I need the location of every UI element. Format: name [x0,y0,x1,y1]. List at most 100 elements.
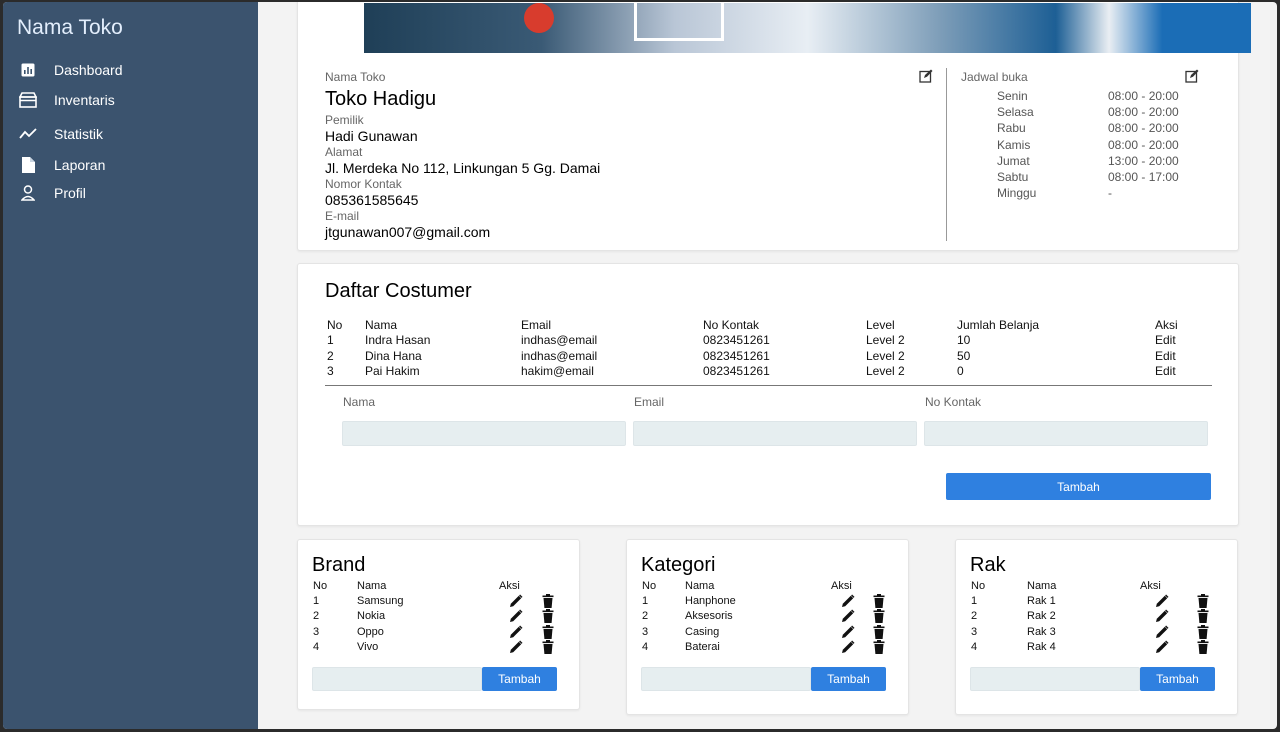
schedule-time: 08:00 - 17:00 [1108,170,1179,184]
item-number: 2 [971,610,978,623]
name-field-label: Nama [343,395,376,409]
pencil-icon[interactable] [841,594,855,608]
pencil-icon[interactable] [1155,594,1169,608]
table-cell: 0823451261 [703,333,770,347]
item-name: Rak 4 [1027,640,1056,653]
kategori-title: Kategori [641,554,716,576]
add-kategori-button[interactable]: Tambah [811,667,886,691]
sidebar-item-label: Profil [54,185,86,201]
pencil-icon[interactable] [1155,625,1169,639]
trash-icon[interactable] [1197,609,1211,624]
item-name: Rak 2 [1027,610,1056,623]
address-value: Jl. Merdeka No 112, Linkungan 5 Gg. Dama… [325,160,601,176]
add-rak-button[interactable]: Tambah [1140,667,1215,691]
table-cell: 0 [957,364,964,378]
table-cell: indhas@email [521,348,598,363]
sidebar-item-statistik[interactable]: Statistik [17,126,103,142]
customer-title: Daftar Costumer [325,280,472,302]
pencil-icon[interactable] [509,625,523,639]
sidebar: Nama Toko Dashboard Inventaris Statistik… [3,2,258,729]
owner-value: Hadi Gunawan [325,128,418,144]
document-icon [17,157,39,173]
pencil-icon[interactable] [841,640,855,654]
trash-icon[interactable] [873,594,887,608]
pencil-icon[interactable] [1155,609,1169,623]
edit-link[interactable]: Edit [1155,349,1176,363]
table-cell: 50 [957,348,971,363]
item-name: Oppo [357,625,384,638]
item-number: 1 [642,595,649,607]
table-cell: 10 [957,333,971,347]
table-cell: 0823451261 [703,348,770,363]
add-brand-button[interactable]: Tambah [482,667,557,691]
schedule-time: 08:00 - 20:00 [1108,105,1179,120]
sidebar-item-profil[interactable]: Profil [17,185,86,201]
store-banner-image [364,3,1251,53]
trash-icon[interactable] [873,624,887,639]
item-number: 4 [971,640,978,653]
trend-icon [17,126,39,142]
edit-store-icon[interactable] [919,69,933,83]
schedule-time: 08:00 - 20:00 [1108,89,1179,103]
info-divider [946,68,947,241]
sidebar-item-dashboard[interactable]: Dashboard [17,62,123,78]
customer-email-input[interactable] [633,421,917,446]
column-header: Nama [685,580,715,592]
trash-icon[interactable] [1197,624,1211,639]
pencil-icon[interactable] [1155,640,1169,654]
trash-icon[interactable] [542,624,556,639]
kategori-input[interactable] [641,667,811,691]
trash-icon[interactable] [873,639,887,654]
pencil-icon[interactable] [509,640,523,654]
trash-icon[interactable] [542,594,556,608]
trash-icon[interactable] [1197,639,1211,654]
pencil-icon[interactable] [841,625,855,639]
customer-name-input[interactable] [342,421,626,446]
item-name: Casing [685,625,720,638]
list-item: 4 Rak 4 [956,639,1237,656]
pencil-icon[interactable] [841,609,855,623]
sidebar-item-inventaris[interactable]: Inventaris [17,92,115,108]
column-header: Level [866,318,895,332]
list-item: 3 Rak 3 [956,624,1237,641]
schedule-time: - [1108,186,1112,201]
customer-contact-input[interactable] [924,421,1208,446]
trash-icon[interactable] [873,609,887,624]
schedule-day: Rabu [997,121,1026,136]
rak-input[interactable] [970,667,1140,691]
column-header: Aksi [499,580,520,592]
email-label: E-mail [325,209,360,223]
email-field-label: Email [634,395,665,409]
edit-link[interactable]: Edit [1155,333,1176,347]
schedule-day: Minggu [997,186,1037,201]
table-cell: Indra Hasan [365,333,431,347]
schedule-day: Jumat [997,153,1030,168]
pencil-icon[interactable] [509,609,523,623]
column-header: Email [521,318,552,332]
rak-title: Rak [970,554,1006,576]
pencil-icon[interactable] [509,594,523,608]
edit-link[interactable]: Edit [1155,364,1176,378]
list-item: 1 Hanphone [627,594,908,610]
person-icon [17,185,39,201]
item-name: Samsung [357,595,404,607]
contact-label: Nomor Kontak [325,177,402,191]
list-item: 4 Baterai [627,639,908,656]
table-cell: hakim@email [521,364,594,378]
trash-icon[interactable] [542,639,556,654]
schedule-title: Jadwal buka [961,70,1028,84]
sidebar-item-laporan[interactable]: Laporan [17,157,105,173]
edit-schedule-icon[interactable] [1185,69,1199,83]
trash-icon[interactable] [542,609,556,624]
store-info-card: Nama Toko Toko Hadigu Pemilik Hadi Gunaw… [297,2,1251,251]
email-value: jtgunawan007@gmail.com [325,224,491,240]
sidebar-item-label: Laporan [54,157,106,173]
add-customer-button[interactable]: Tambah [946,473,1211,500]
table-cell: 3 [327,364,334,378]
sidebar-item-label: Inventaris [54,92,115,108]
schedule-day: Selasa [997,105,1034,120]
trash-icon[interactable] [1197,594,1211,608]
list-item: 2 Rak 2 [956,609,1237,625]
item-name: Aksesoris [685,610,733,623]
brand-input[interactable] [312,667,482,691]
